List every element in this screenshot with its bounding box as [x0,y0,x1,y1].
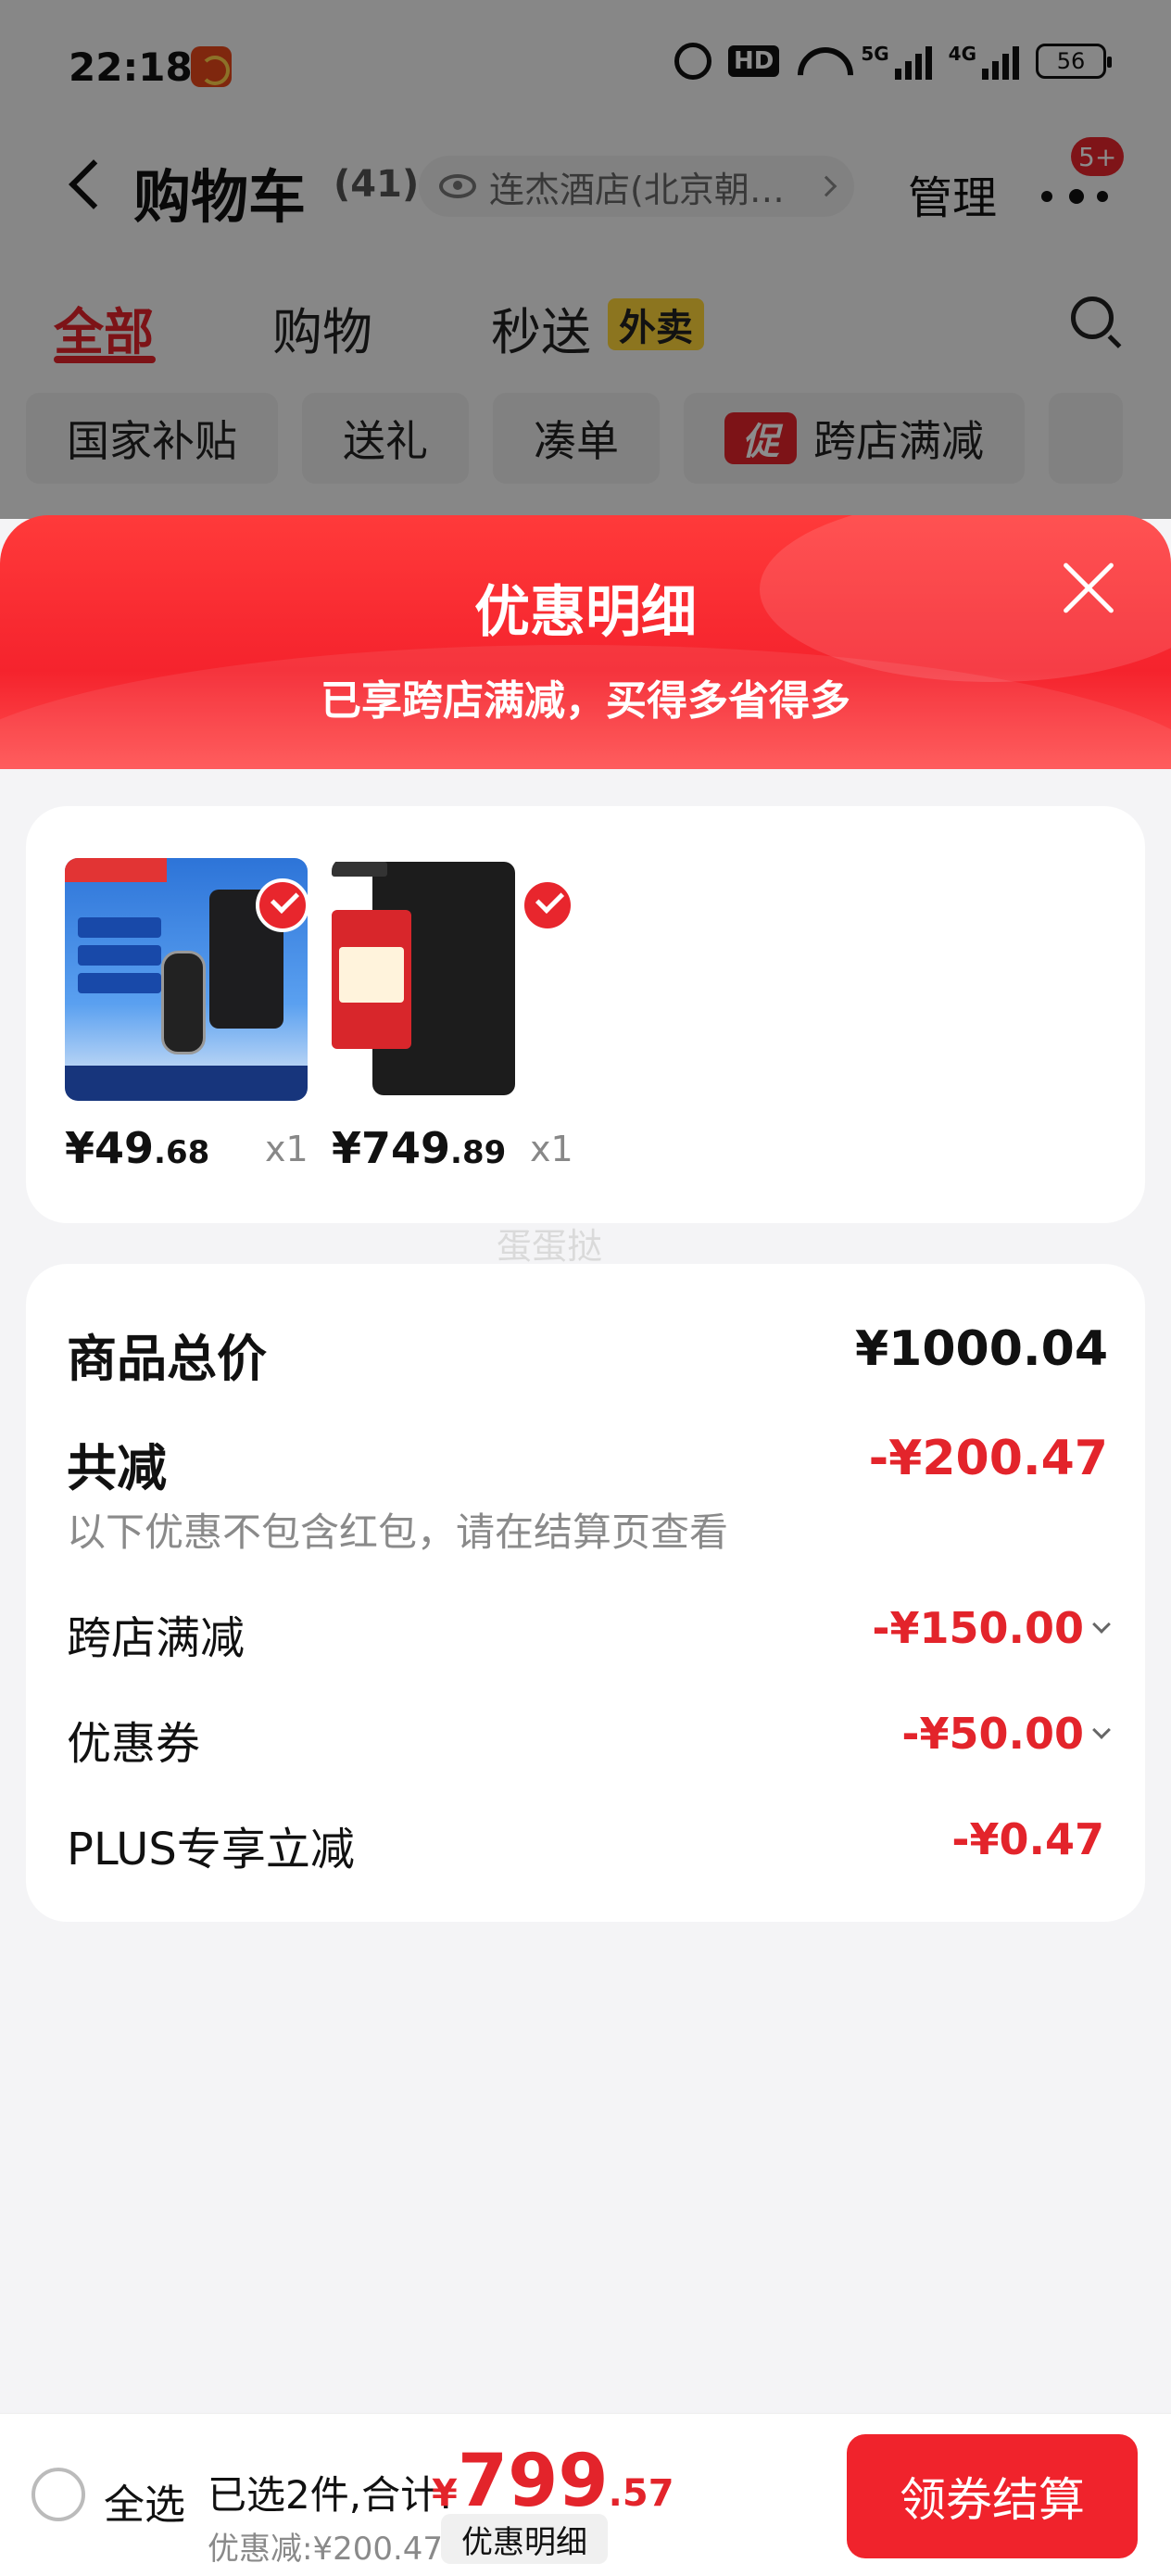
total-label: 商品总价 [67,1330,267,1388]
checkout-bar: 全选 已选2件,合计: ¥799.57 优惠减:¥200.47 优惠明细 领券结… [0,2413,1171,2576]
discount-label: 跨店满减 [67,1612,246,1664]
total-price: ¥799.57 [432,2440,674,2523]
select-all-label[interactable]: 全选 [104,2471,185,2531]
product-price: ¥749.89 [332,1123,507,1173]
select-all-checkbox[interactable] [31,2468,85,2521]
check-icon[interactable] [521,878,574,932]
sheet-subtitle: 已享跨店满减，买得多省得多 [321,677,850,725]
product-item[interactable] [332,858,574,1101]
product-item[interactable] [65,858,309,1101]
product-price: ¥49.68 [65,1123,210,1173]
discount-row-coupon[interactable]: -¥50.00 [901,1709,1111,1759]
reduce-note: 以下优惠不包含红包，请在结算页查看 [67,1509,729,1555]
sheet-header: 优惠明细 已享跨店满减，买得多省得多 [0,515,1171,775]
selected-summary: 已选2件,合计: [208,2472,453,2518]
total-value: ¥1000.04 [854,1321,1108,1377]
sheet-title: 优惠明细 [474,580,697,645]
discount-detail-button[interactable]: 优惠明细 [441,2514,608,2564]
discount-label: PLUS专享立减 [67,1824,355,1875]
discount-row-plus: -¥0.47 [951,1814,1104,1864]
saved-amount: 优惠减:¥200.47 [208,2531,444,2568]
chevron-down-icon [1092,1721,1111,1739]
product-qty: x1 [265,1129,308,1169]
check-icon[interactable] [256,878,309,932]
chevron-down-icon [1092,1615,1111,1634]
watermark: 蛋蛋挞 [497,1226,603,1267]
discount-label: 优惠券 [67,1718,201,1770]
price-summary-card: 商品总价 ¥1000.04 共减 -¥200.47 以下优惠不包含红包，请在结算… [26,1264,1145,1922]
reduce-label: 共减 [67,1439,167,1497]
checkout-button[interactable]: 领券结算 [847,2434,1138,2558]
dim-overlay[interactable] [0,0,1171,519]
selected-products-card: ¥49.68 x1 ¥749.89 x1 [26,806,1145,1223]
close-icon[interactable] [1060,560,1117,617]
product-qty: x1 [530,1129,573,1169]
discount-row-cross-store[interactable]: -¥150.00 [872,1603,1111,1653]
reduce-value: -¥200.47 [868,1431,1108,1486]
